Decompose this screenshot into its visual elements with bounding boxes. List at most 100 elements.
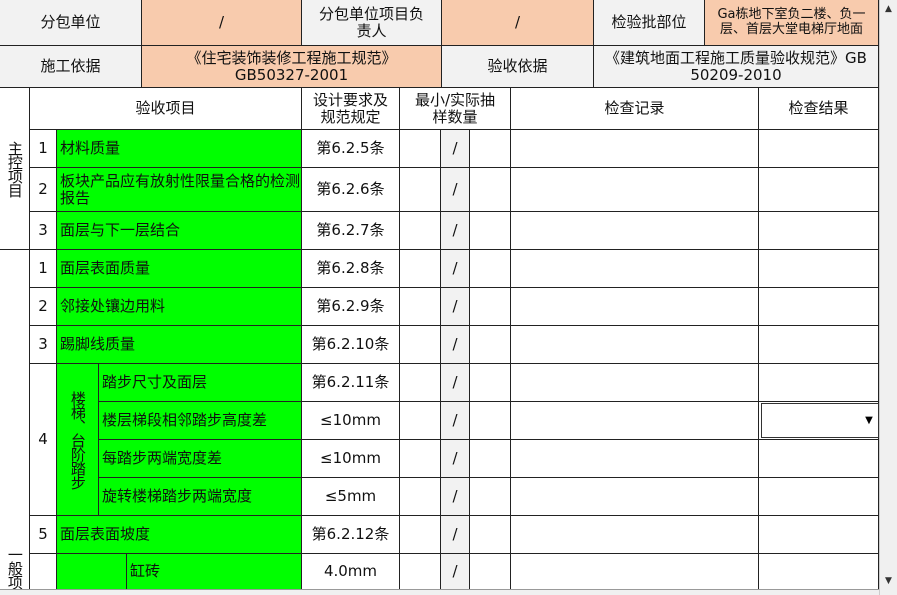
min-sample-cell[interactable] — [400, 478, 441, 516]
check-result-cell[interactable] — [759, 130, 879, 168]
scroll-down-icon[interactable]: ▼ — [880, 572, 897, 589]
sample-extra-cell[interactable] — [470, 212, 511, 250]
main-item-spec: 第6.2.6条 — [302, 168, 400, 212]
check-result-cell[interactable] — [759, 478, 879, 516]
general-item-no: 3 — [30, 326, 57, 364]
lot-location-value[interactable]: Ga栋地下室负二楼、负一层、首层大堂电梯厅地面 — [705, 0, 879, 46]
general-item-name: 面层表面质量 — [57, 250, 302, 288]
min-sample-cell[interactable] — [400, 288, 441, 326]
main-item-no: 3 — [30, 212, 57, 250]
actual-sample-cell[interactable]: / — [441, 250, 470, 288]
check-record-cell[interactable] — [511, 554, 759, 589]
actual-sample-cell[interactable]: / — [441, 516, 470, 554]
accept-basis-value[interactable]: 《建筑地面工程施工质量验收规范》GB 50209-2010 — [594, 46, 879, 88]
sample-extra-cell[interactable] — [470, 130, 511, 168]
sample-extra-cell[interactable] — [470, 364, 511, 402]
section-main-label: 主控项目 — [0, 88, 30, 250]
sample-extra-cell[interactable] — [470, 326, 511, 364]
check-record-cell[interactable] — [511, 440, 759, 478]
col-record: 检查记录 — [511, 88, 759, 130]
check-record-cell[interactable] — [511, 168, 759, 212]
stairs-group-label: 楼梯、台阶踏步 — [57, 364, 99, 516]
sub-unit-value[interactable]: / — [142, 0, 302, 46]
actual-sample-cell[interactable]: / — [441, 364, 470, 402]
check-record-cell[interactable] — [511, 212, 759, 250]
chevron-down-icon[interactable]: ▼ — [860, 404, 878, 437]
check-result-cell[interactable] — [759, 516, 879, 554]
col-sample: 最小/实际抽样数量 — [400, 88, 511, 130]
check-result-cell[interactable] — [759, 168, 879, 212]
min-sample-cell[interactable] — [400, 130, 441, 168]
check-record-cell[interactable] — [511, 516, 759, 554]
check-record-cell[interactable] — [511, 130, 759, 168]
sample-extra-cell[interactable] — [470, 440, 511, 478]
general-item-name: 踢脚线质量 — [57, 326, 302, 364]
stairs-row-name: 旋转楼梯踏步两端宽度 — [99, 478, 302, 516]
min-sample-cell[interactable] — [400, 402, 441, 440]
check-result-dropdown[interactable]: ▼ — [761, 403, 879, 438]
check-record-cell[interactable] — [511, 364, 759, 402]
main-item-name: 材料质量 — [57, 130, 302, 168]
sample-extra-cell[interactable] — [470, 478, 511, 516]
tile-item-no — [30, 554, 57, 589]
stairs-row-name: 踏步尺寸及面层 — [99, 364, 302, 402]
sample-extra-cell[interactable] — [470, 516, 511, 554]
min-sample-cell[interactable] — [400, 516, 441, 554]
sample-extra-cell[interactable] — [470, 250, 511, 288]
section-general-label: 一般项 — [0, 250, 30, 589]
actual-sample-cell[interactable]: / — [441, 288, 470, 326]
general-item-no: 2 — [30, 288, 57, 326]
general-item-name: 邻接处镶边用料 — [57, 288, 302, 326]
general-item-spec: 第6.2.10条 — [302, 326, 400, 364]
check-record-cell[interactable] — [511, 478, 759, 516]
actual-sample-cell[interactable]: / — [441, 554, 470, 589]
check-result-cell[interactable] — [759, 288, 879, 326]
stairs-row-name: 楼层梯段相邻踏步高度差 — [99, 402, 302, 440]
col-spec: 设计要求及规范规定 — [302, 88, 400, 130]
sample-extra-cell[interactable] — [470, 168, 511, 212]
horizontal-scroll-strip[interactable] — [0, 589, 879, 595]
vertical-scrollbar[interactable]: ▲ ▼ — [879, 0, 897, 595]
min-sample-cell[interactable] — [400, 212, 441, 250]
stairs-row-spec: ≤10mm — [302, 440, 400, 478]
slope-item-name: 面层表面坡度 — [57, 516, 302, 554]
main-item-no: 1 — [30, 130, 57, 168]
actual-sample-cell[interactable]: / — [441, 168, 470, 212]
min-sample-cell[interactable] — [400, 364, 441, 402]
stairs-item-no: 4 — [30, 364, 57, 516]
check-result-cell[interactable] — [759, 250, 879, 288]
check-result-cell[interactable] — [759, 326, 879, 364]
actual-sample-cell[interactable]: / — [441, 326, 470, 364]
sub-pm-value[interactable]: / — [442, 0, 594, 46]
check-record-cell[interactable] — [511, 326, 759, 364]
col-result: 检查结果 — [759, 88, 879, 130]
min-sample-cell[interactable] — [400, 326, 441, 364]
actual-sample-cell[interactable]: / — [441, 212, 470, 250]
actual-sample-cell[interactable]: / — [441, 130, 470, 168]
main-item-spec: 第6.2.5条 — [302, 130, 400, 168]
basis-value[interactable]: 《住宅装饰装修工程施工规范》GB50327-2001 — [142, 46, 442, 88]
col-item: 验收项目 — [30, 88, 302, 130]
slope-item-no: 5 — [30, 516, 57, 554]
main-item-name: 面层与下一层结合 — [57, 212, 302, 250]
actual-sample-cell[interactable]: / — [441, 440, 470, 478]
min-sample-cell[interactable] — [400, 554, 441, 589]
check-result-cell[interactable] — [759, 212, 879, 250]
min-sample-cell[interactable] — [400, 168, 441, 212]
actual-sample-cell[interactable]: / — [441, 402, 470, 440]
check-record-cell[interactable] — [511, 288, 759, 326]
scroll-up-icon[interactable]: ▲ — [880, 0, 897, 17]
actual-sample-cell[interactable]: / — [441, 478, 470, 516]
check-result-cell[interactable] — [759, 440, 879, 478]
min-sample-cell[interactable] — [400, 440, 441, 478]
check-result-cell[interactable] — [759, 554, 879, 589]
check-record-cell[interactable] — [511, 402, 759, 440]
check-result-cell[interactable] — [759, 364, 879, 402]
sample-extra-cell[interactable] — [470, 288, 511, 326]
sample-extra-cell[interactable] — [470, 402, 511, 440]
min-sample-cell[interactable] — [400, 250, 441, 288]
stairs-row-name: 每踏步两端宽度差 — [99, 440, 302, 478]
sub-pm-label: 分包单位项目负责人 — [302, 0, 442, 46]
check-record-cell[interactable] — [511, 250, 759, 288]
sample-extra-cell[interactable] — [470, 554, 511, 589]
